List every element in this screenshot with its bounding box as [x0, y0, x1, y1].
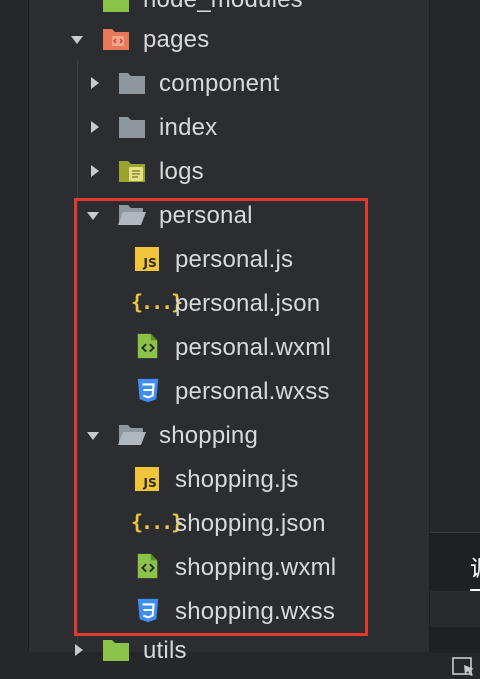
- tree-item-label: node_modules: [143, 0, 303, 14]
- debug-panel: 调: [430, 532, 480, 676]
- panel-tab[interactable]: 调: [470, 551, 480, 583]
- highlight-box: [74, 198, 368, 636]
- chevron-right-icon[interactable]: [91, 77, 99, 89]
- pages-folder-icon: [103, 29, 129, 50]
- chevron-right-icon[interactable]: [75, 644, 83, 656]
- element-selector-icon[interactable]: [452, 657, 478, 679]
- tree-item-label: component: [159, 70, 280, 97]
- tree-item-pages[interactable]: pages: [29, 17, 429, 61]
- package-folder-icon: [103, 0, 129, 12]
- logs-folder-icon: [119, 161, 145, 182]
- tree-item-index[interactable]: index: [29, 105, 429, 149]
- tree-item-label: logs: [159, 158, 204, 185]
- chevron-down-icon[interactable]: [71, 36, 83, 44]
- tree-item-label: utils: [143, 637, 187, 664]
- tree-item-label: index: [159, 114, 218, 141]
- panel-toolbar: [430, 591, 480, 676]
- folder-icon: [119, 117, 145, 138]
- tree-item-component[interactable]: component: [29, 61, 429, 105]
- tree-item-label: pages: [143, 26, 210, 53]
- folder-icon: [119, 73, 145, 94]
- package-folder-icon: [103, 640, 129, 661]
- tree-item-logs[interactable]: logs: [29, 149, 429, 193]
- chevron-right-icon[interactable]: [91, 165, 99, 177]
- chevron-right-icon[interactable]: [91, 121, 99, 133]
